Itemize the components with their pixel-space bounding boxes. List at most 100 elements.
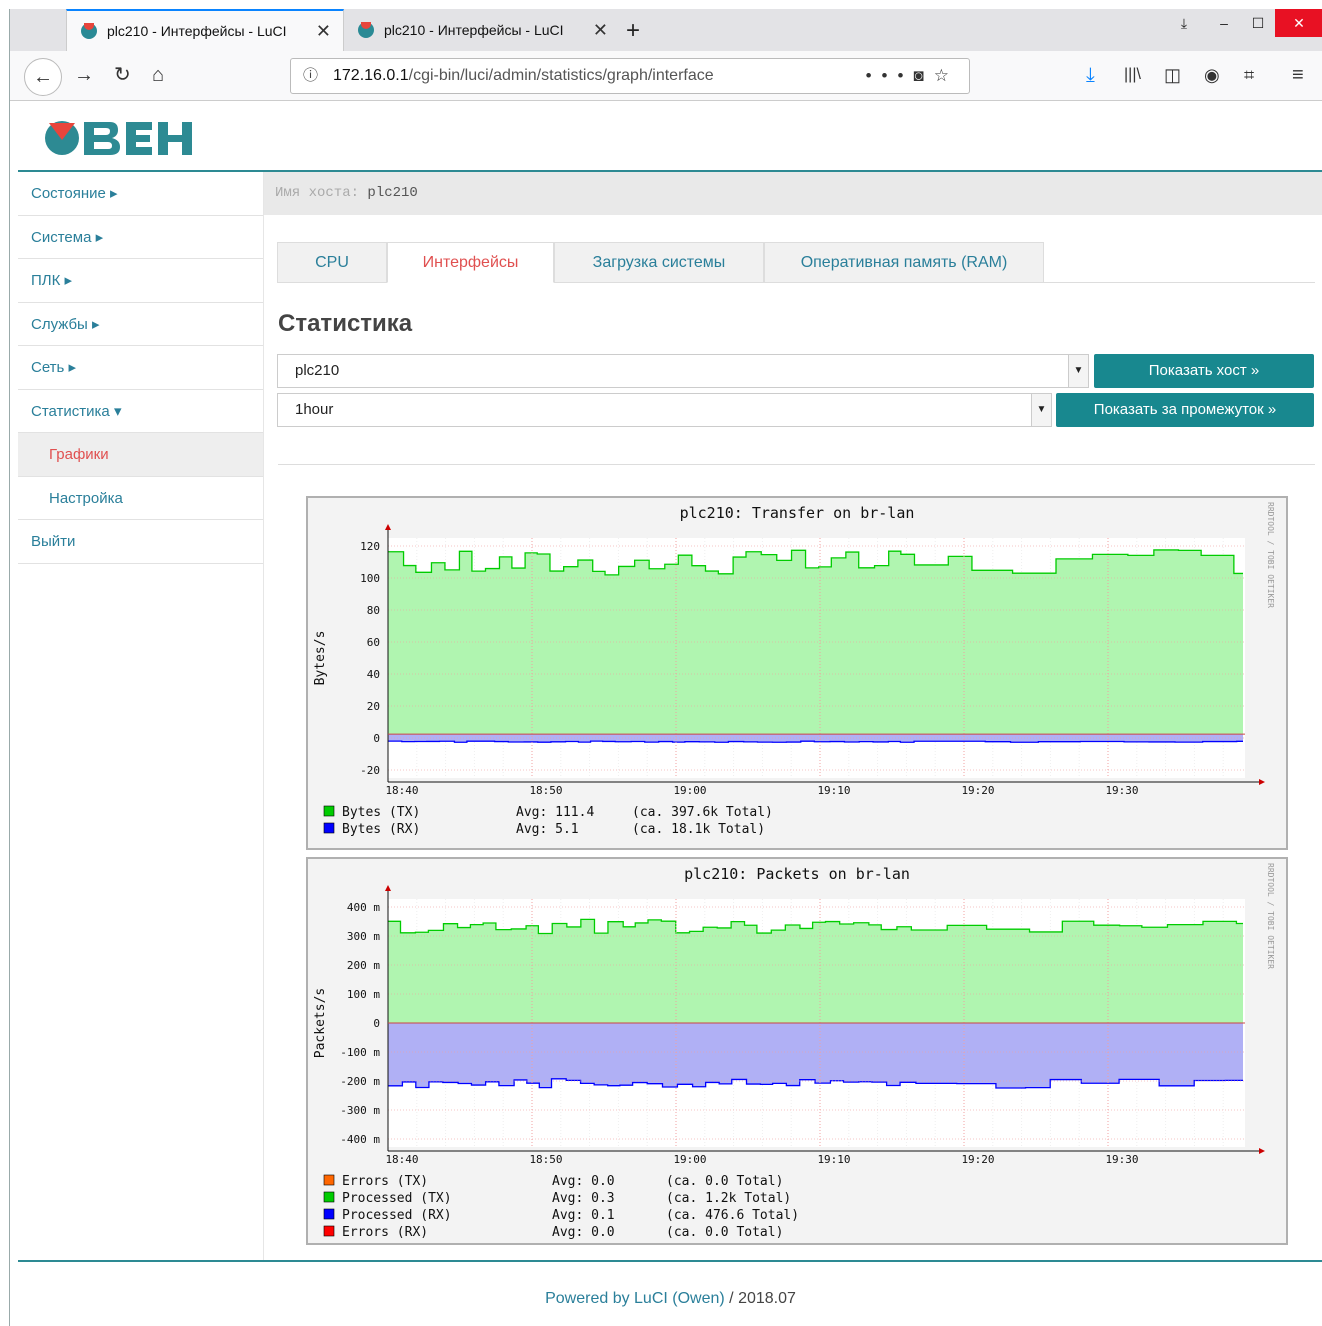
y-tick-label: 200 m [347,959,380,972]
legend-total: (ca. 0.0 Total) [666,1225,783,1240]
pocket-icon[interactable]: ◙ [913,66,933,85]
sidebar-item-graphs[interactable]: Графики [18,433,263,477]
downloads-icon[interactable]: ⤓ [1086,63,1095,87]
x-tick-label: 19:20 [961,784,994,797]
show-host-button[interactable]: Показать хост » [1094,354,1314,388]
library-icon[interactable]: |||\ [1124,63,1141,87]
hostname-bar: Имя хоста: plc210 [264,172,1322,215]
x-tick-label: 19:00 [673,1153,706,1166]
chevron-down-icon: ▼ [1068,355,1088,387]
legend-total: (ca. 18.1k Total) [632,822,765,837]
divider [278,464,1315,465]
forward-icon[interactable]: → [74,63,94,87]
sidebar-item-status[interactable]: Состояние ▸ [18,172,263,216]
sidebar-item-statistics[interactable]: Статистика ▾ [18,390,263,433]
tab-load[interactable]: Загрузка системы [554,242,764,283]
legend-total: (ca. 0.0 Total) [666,1174,783,1189]
new-tab-icon[interactable]: + [626,17,640,45]
close-tab-icon[interactable]: ✕ [593,20,608,41]
sidebar-item-services[interactable]: Службы ▸ [18,303,263,346]
window-close-icon[interactable]: ✕ [1275,9,1322,37]
y-tick-label: 100 m [347,988,380,1001]
legend-label: Processed (RX) [342,1208,452,1223]
close-tab-icon[interactable]: ✕ [316,21,331,42]
footer-version: / 2018.07 [724,1290,796,1307]
plugin-tabs: CPU Интерфейсы Загрузка системы Оператив… [277,242,1315,283]
legend-average: Avg: 5.1 [516,822,579,837]
url-host: 172.16.0.1 [333,67,409,84]
address-bar[interactable]: ⓘ 172.16.0.1/cgi-bin/luci/admin/statisti… [290,58,970,94]
sidebar-item-network[interactable]: Сеть ▸ [18,346,263,390]
y-tick-label: 300 m [347,930,380,943]
legend-average: Avg: 0.0 [552,1225,615,1240]
browser-tab-title: plc210 - Интерфейсы - LuCI [107,23,287,39]
screenshot-icon[interactable]: ⌗ [1244,63,1254,87]
reload-icon[interactable]: ↻ [114,63,131,87]
rrdtool-credit: RRDTOOL / TOBI OETIKER [1266,863,1275,969]
timespan-select[interactable]: 1hour ▼ [277,393,1052,427]
legend-label: Errors (TX) [342,1174,428,1189]
y-tick-label: -200 m [340,1075,380,1088]
x-tick-label: 19:20 [961,1153,994,1166]
packets-graph-svg: plc210: Packets on br-lan Packets/s RRDTOO… [313,863,1275,1240]
hostname-label: Имя хоста: [275,185,360,201]
y-tick-label: 20 [367,700,380,713]
legend-label: Processed (TX) [342,1191,452,1206]
sidebar-item-logout[interactable]: Выйти [18,520,263,564]
info-icon[interactable]: ⓘ [303,59,318,93]
menu-icon[interactable]: ≡ [1292,63,1304,87]
luci-favicon-icon [358,22,374,38]
graph-title: plc210: Transfer on br-lan [680,504,915,522]
footer-divider [18,1260,1322,1262]
legend-swatch [323,822,335,834]
tab-cpu[interactable]: CPU [277,242,387,283]
x-tick-label: 18:50 [529,784,562,797]
x-tick-label: 19:00 [673,784,706,797]
y-tick-label: -400 m [340,1133,380,1146]
maximize-icon[interactable]: ☐ [1238,9,1278,37]
sidebar-toggle-icon[interactable]: ◫ [1164,63,1181,87]
host-select[interactable]: plc210 ▼ [277,354,1089,388]
legend-total: (ca. 1.2k Total) [666,1191,791,1206]
hostname-value: plc210 [367,185,418,201]
y-tick-label: 60 [367,636,380,649]
browser-tab-title: plc210 - Интерфейсы - LuCI [384,22,564,38]
rrdtool-credit: RRDTOOL / TOBI OETIKER [1266,502,1275,608]
browser-tab-1[interactable]: plc210 - Интерфейсы - LuCI ✕ [66,9,344,51]
tab-interfaces[interactable]: Интерфейсы [387,242,554,283]
packets-graph: plc210: Packets on br-lan Packets/s RRDTOO… [306,857,1288,1245]
account-icon[interactable]: ◉ [1204,63,1220,87]
legend-label: Bytes (TX) [342,805,420,820]
tab-strip: plc210 - Интерфейсы - LuCI ✕ plc210 - Ин… [10,9,1322,51]
host-select-value: plc210 [295,362,340,379]
legend-label: Bytes (RX) [342,822,420,837]
chevron-down-icon: ▼ [1031,394,1051,426]
url-path: /cgi-bin/luci/admin/statistics/graph/int… [408,67,714,84]
y-axis-arrow [385,524,391,530]
sidebar-item-system[interactable]: Система ▸ [18,216,263,259]
page-actions-icon[interactable]: ••• [866,66,914,85]
oven-logo-image [45,121,192,155]
navigation-bar: ← → ↻ ⌂ ⓘ 172.16.0.1/cgi-bin/luci/admin/… [10,51,1322,101]
x-tick-label: 19:10 [817,784,850,797]
sidebar-item-setup[interactable]: Настройка [18,477,263,520]
legend-average: Avg: 0.3 [552,1191,615,1206]
show-timespan-button[interactable]: Показать за промежуток » [1056,393,1314,427]
sidebar-item-plc[interactable]: ПЛК ▸ [18,259,263,303]
legend-swatch [323,1174,335,1186]
y-tick-label: 100 [360,572,380,585]
legend-swatch [323,1208,335,1220]
browser-tab-2[interactable]: plc210 - Интерфейсы - LuCI ✕ [344,9,620,51]
y-tick-label: 120 [360,540,380,553]
y-tick-label: -20 [360,764,380,777]
x-tick-label: 19:30 [1105,784,1138,797]
oven-logo[interactable] [42,118,194,163]
transfer-graph: plc210: Transfer on br-lan Bytes/s RRDTOOL… [306,496,1288,850]
tab-memory[interactable]: Оперативная память (RAM) [764,242,1044,283]
legend-average: Avg: 0.1 [552,1208,615,1223]
luci-link[interactable]: Powered by LuCI (Owen) [545,1290,725,1307]
bookmark-star-icon[interactable]: ☆ [934,66,959,85]
back-icon[interactable]: ← [24,58,62,96]
home-icon[interactable]: ⌂ [152,63,164,87]
pin-icon[interactable]: ⤓ [1164,9,1204,37]
